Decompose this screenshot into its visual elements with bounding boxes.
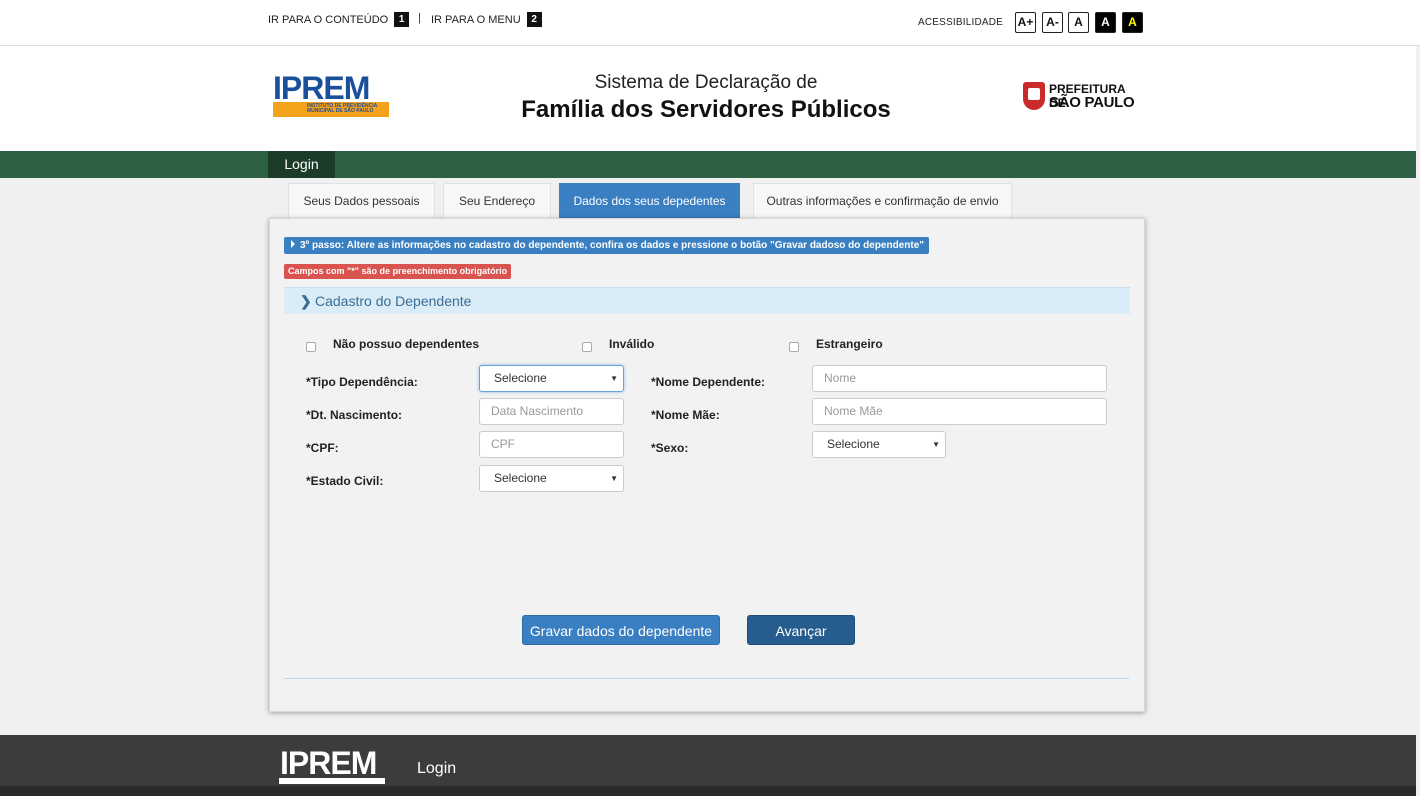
marital-status-value: Selecione — [494, 471, 547, 485]
font-reset-button[interactable]: A — [1068, 12, 1089, 33]
tab-address[interactable]: Seu Endereço — [443, 183, 551, 218]
marital-status-label: *Estado Civil: — [306, 474, 384, 488]
font-increase-button[interactable]: A+ — [1015, 12, 1036, 33]
font-decrease-label: A- — [1046, 15, 1059, 29]
skip-to-menu-key: 2 — [526, 12, 542, 27]
section-header[interactable]: ❯ Cadastro do Dependente — [284, 287, 1130, 314]
yellow-contrast-button[interactable]: A — [1122, 12, 1143, 33]
prefeitura-logo-line2: SÃO PAULO — [1049, 94, 1135, 111]
skip-to-menu-link[interactable]: IR PARA O MENU 2 — [431, 12, 542, 27]
sao-paulo-crest-icon — [1023, 82, 1045, 110]
sex-label: *Sexo: — [651, 441, 689, 455]
yellow-contrast-label: A — [1128, 15, 1137, 29]
high-contrast-button[interactable]: A — [1095, 12, 1116, 33]
footer-login-link[interactable]: Login — [417, 760, 456, 778]
high-contrast-label: A — [1101, 15, 1110, 29]
skip-to-content-key: 1 — [394, 12, 410, 27]
invalid-checkbox[interactable] — [582, 342, 592, 352]
next-button[interactable]: Avançar — [747, 615, 855, 645]
sex-select[interactable]: Selecione ▼ — [812, 431, 946, 458]
site-header: IPREM INSTITUTO DE PREVIDÊNCIA MUNICIPAL… — [0, 46, 1420, 151]
birth-date-placeholder: Data Nascimento — [491, 404, 584, 418]
invalid-label: Inválido — [609, 337, 655, 351]
tab-other-info[interactable]: Outras informações e confirmação de envi… — [753, 183, 1012, 218]
birth-date-input[interactable]: Data Nascimento — [479, 398, 624, 425]
footer-bottom-strip — [0, 786, 1420, 796]
mother-name-placeholder: Nome Mãe — [824, 404, 883, 418]
dropdown-arrow-icon: ▼ — [932, 440, 940, 449]
dependency-type-value: Selecione — [494, 371, 547, 385]
section-title: Cadastro do Dependente — [315, 293, 472, 309]
footer-iprem-logo[interactable]: IPREM — [280, 745, 377, 782]
step-instruction-text: 3º passo: Altere as informações no cadas… — [300, 240, 925, 251]
skip-to-menu-label: IR PARA O MENU — [431, 13, 521, 26]
main-nav: Login — [0, 151, 1420, 178]
dependent-name-label: *Nome Dependente: — [651, 375, 766, 389]
birth-date-label: *Dt. Nascimento: — [306, 408, 403, 422]
top-bar — [0, 0, 1420, 46]
dependent-name-placeholder: Nome — [824, 371, 857, 385]
save-dependent-button[interactable]: Gravar dados do dependente — [522, 615, 720, 645]
mother-name-input[interactable]: Nome Mãe — [812, 398, 1107, 425]
dependency-type-label: *Tipo Dependência: — [306, 375, 418, 389]
cpf-label: *CPF: — [306, 441, 339, 455]
nav-login[interactable]: Login — [268, 151, 335, 178]
page-title: Sistema de Declaração de Família dos Ser… — [500, 72, 912, 124]
iprem-logo-subtext: INSTITUTO DE PREVIDÊNCIA MUNICIPAL DE SÃ… — [273, 102, 389, 117]
footer-logo-bar — [279, 778, 385, 784]
font-decrease-button[interactable]: A- — [1042, 12, 1063, 33]
no-dependents-label: Não possuo dependentes — [333, 337, 480, 351]
mother-name-label: *Nome Mãe: — [651, 408, 720, 422]
dropdown-arrow-icon: ▼ — [610, 474, 618, 483]
skip-separator: | — [418, 12, 421, 24]
skip-to-content-link[interactable]: IR PARA O CONTEÚDO 1 — [268, 12, 410, 27]
prefeitura-logo[interactable]: PREFEITURA DE SÃO PAULO — [1023, 82, 1143, 112]
iprem-logo[interactable]: IPREM INSTITUTO DE PREVIDÊNCIA MUNICIPAL… — [273, 70, 389, 118]
required-fields-badge: Campos com "*" são de preenchimento obri… — [284, 264, 512, 279]
no-dependents-checkbox[interactable] — [306, 342, 316, 352]
panel-divider — [284, 678, 1129, 679]
font-reset-label: A — [1074, 15, 1083, 29]
tab-dependents[interactable]: Dados dos seus depedentes — [559, 183, 740, 218]
font-increase-label: A+ — [1017, 15, 1034, 29]
skip-to-content-label: IR PARA O CONTEÚDO — [268, 13, 389, 26]
dependent-name-input[interactable]: Nome — [812, 365, 1107, 392]
cpf-placeholder: CPF — [491, 437, 515, 451]
sex-value: Selecione — [827, 437, 880, 451]
dropdown-arrow-icon: ▼ — [610, 374, 618, 383]
step-instruction-badge: 3º passo: Altere as informações no cadas… — [284, 237, 930, 254]
dependency-type-select[interactable]: Selecione ▼ — [479, 365, 624, 392]
tab-personal-data[interactable]: Seus Dados pessoais — [288, 183, 435, 218]
page-scrollbar[interactable] — [1416, 46, 1420, 796]
accessibility-label: ACESSIBILIDADE — [918, 17, 1004, 28]
foreigner-label: Estrangeiro — [816, 337, 883, 351]
marital-status-select[interactable]: Selecione ▼ — [479, 465, 624, 492]
cpf-input[interactable]: CPF — [479, 431, 624, 458]
page-title-line2: Família dos Servidores Públicos — [521, 96, 891, 123]
foreigner-checkbox[interactable] — [789, 342, 799, 352]
chevron-right-icon: ❯ — [300, 293, 312, 309]
page-title-line1: Sistema de Declaração de — [594, 72, 818, 93]
caret-right-icon — [291, 240, 295, 248]
